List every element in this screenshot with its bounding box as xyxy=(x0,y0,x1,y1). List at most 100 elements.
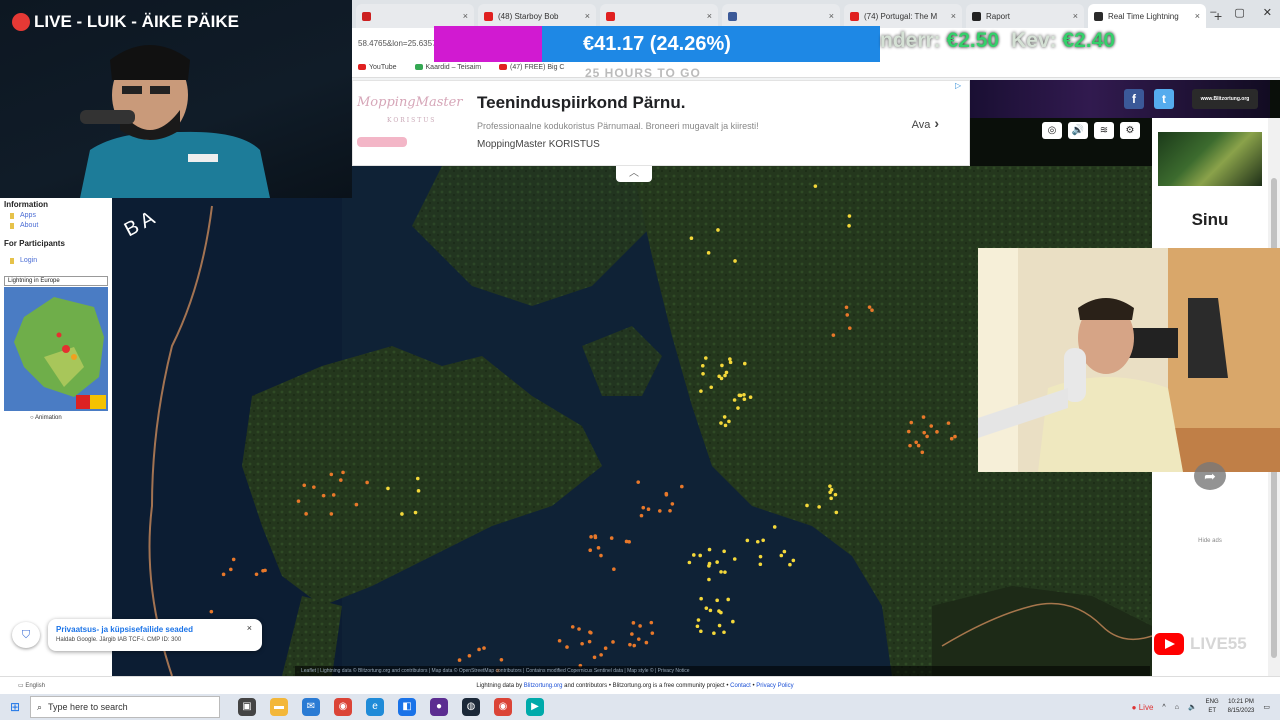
app-icon[interactable]: ▶ xyxy=(526,698,544,716)
lightning-strike xyxy=(788,562,792,567)
ad-open-button[interactable]: Ava › xyxy=(912,115,939,131)
task-view-icon[interactable]: ▣ xyxy=(238,698,256,716)
tab-strip: × (48) Starboy Bob × × × (74) Portugal: The M… xyxy=(352,0,1280,28)
lightning-strike xyxy=(641,505,646,510)
store-icon[interactable]: ◧ xyxy=(398,698,416,716)
tab-close-icon[interactable]: × xyxy=(585,11,590,21)
twitter-icon[interactable]: t xyxy=(1154,89,1174,109)
lightning-strike xyxy=(695,624,700,629)
browser-tab[interactable]: Raport × xyxy=(966,4,1084,28)
live-indicator[interactable]: ● Live xyxy=(1132,703,1154,712)
contact-link[interactable]: Contact xyxy=(730,683,751,689)
system-clock[interactable]: 10:21 PM 8/15/2023 xyxy=(1228,698,1255,716)
privacy-policy-link[interactable]: Privacy Policy xyxy=(756,683,793,689)
collapse-ad-button[interactable]: ︿ xyxy=(616,166,652,182)
lightning-strike xyxy=(748,395,753,400)
chrome-profile-icon[interactable]: ◉ xyxy=(494,698,512,716)
minimize-icon[interactable]: – xyxy=(1210,6,1216,19)
target-icon[interactable]: ◎ xyxy=(1042,122,1062,139)
donation-progress-label: €41.17 (24.26%) xyxy=(583,33,731,55)
bookmark-youtube[interactable]: YouTube xyxy=(358,64,397,71)
browser-tab[interactable]: Real Time Lightning × xyxy=(1088,4,1206,28)
sidebar-link-about[interactable]: About xyxy=(0,221,112,231)
steam-icon[interactable]: ◍ xyxy=(462,698,480,716)
browser-tab[interactable]: × xyxy=(356,4,474,28)
close-icon[interactable]: ✕ xyxy=(1263,6,1272,19)
lightning-strike xyxy=(413,510,418,515)
lightning-strike xyxy=(457,658,462,662)
lightning-strike xyxy=(611,640,615,644)
notifications-icon[interactable]: ▭ xyxy=(1263,703,1270,711)
lightning-strike xyxy=(717,609,721,613)
tab-favicon-icon xyxy=(972,11,981,21)
lightning-strike xyxy=(715,598,719,603)
tab-close-icon[interactable]: × xyxy=(1195,11,1200,21)
sidebar-link-apps[interactable]: Apps xyxy=(0,211,112,221)
game-ad-image[interactable] xyxy=(1158,132,1262,186)
maximize-icon[interactable]: ▢ xyxy=(1234,6,1244,19)
lightning-strike xyxy=(736,406,740,410)
privacy-shield-icon[interactable]: ⛉ xyxy=(12,622,40,648)
streamer-figure xyxy=(80,45,270,198)
lightning-strike xyxy=(680,484,684,489)
tab-close-icon[interactable]: × xyxy=(951,11,956,21)
panel-title: Sinu xyxy=(1191,210,1229,229)
ad-title[interactable]: Teeninduspiirkond Pärnu. xyxy=(477,93,685,113)
lightning-strike xyxy=(639,513,644,518)
lightning-strike xyxy=(329,512,334,516)
tab-close-icon[interactable]: × xyxy=(829,11,834,21)
facebook-icon[interactable]: f xyxy=(1124,89,1144,109)
lightning-strike xyxy=(699,389,703,393)
tab-close-icon[interactable]: × xyxy=(707,11,712,21)
share-icon[interactable]: ➦ xyxy=(1194,462,1226,490)
edge-icon[interactable]: e xyxy=(366,698,384,716)
obs-icon[interactable]: ● xyxy=(430,698,448,716)
browser-tab[interactable]: × xyxy=(600,4,718,28)
blitzortung-link[interactable]: Blitzortung.org xyxy=(524,683,563,689)
lightning-strike xyxy=(638,624,642,628)
lightning-strike xyxy=(670,502,675,506)
youtube-icon xyxy=(1154,633,1184,655)
privacy-settings-popup[interactable]: Privaatsus- ja küpsisefailide seaded Hal… xyxy=(48,619,262,651)
language-indicator[interactable]: ENG ET xyxy=(1206,698,1219,716)
ad-banner[interactable]: MoppingMaster KORISTUS Teeninduspiirkond… xyxy=(352,80,970,166)
adchoices-icon[interactable]: ▷ xyxy=(955,81,967,91)
tab-close-icon[interactable]: × xyxy=(1073,11,1078,21)
sound-icon[interactable]: 🔊 xyxy=(1068,122,1088,139)
network-icon[interactable]: ⌂ xyxy=(1175,704,1179,711)
tray-chevron-icon[interactable]: ^ xyxy=(1162,704,1165,711)
privacy-title[interactable]: Privaatsus- ja küpsisefailide seaded xyxy=(56,625,193,634)
lightning-strike xyxy=(700,363,705,368)
ad-description: Professionaalne kodukoristus Pärnumaal. … xyxy=(477,121,759,131)
settings-icon[interactable]: ⚙ xyxy=(1120,122,1140,139)
animation-toggle[interactable]: ○ Animation xyxy=(0,415,112,421)
signal-icon[interactable]: ≋ xyxy=(1094,122,1114,139)
lightning-strike xyxy=(630,632,634,636)
browser-tab[interactable]: (48) Starboy Bob × xyxy=(478,4,596,28)
tab-favicon-icon xyxy=(1094,11,1103,21)
window-controls: – ▢ ✕ xyxy=(1210,6,1272,19)
windows-start-icon[interactable]: ⊞ xyxy=(0,694,30,720)
mail-icon[interactable]: ✉ xyxy=(302,698,320,716)
lightning-strike xyxy=(908,443,912,448)
site-logo[interactable]: www.Blitzortung.org xyxy=(1192,89,1258,109)
lightning-strike xyxy=(304,512,308,516)
file-explorer-icon[interactable]: ▬ xyxy=(270,698,288,716)
hide-ads-link[interactable]: Hide ads xyxy=(1152,538,1268,544)
sidebar-link-login[interactable]: Login xyxy=(0,256,112,266)
lightning-strike xyxy=(296,499,301,503)
lightning-strike xyxy=(742,397,747,402)
browser-tab[interactable]: (74) Portugal: The M × xyxy=(844,4,962,28)
taskbar-search-input[interactable]: ⌕ Type here to search xyxy=(30,696,220,718)
europe-minimap[interactable] xyxy=(4,287,108,411)
taskbar-apps: ▣ ▬ ✉ ◉ e ◧ ● ◍ ◉ ▶ xyxy=(238,698,544,716)
tab-close-icon[interactable]: × xyxy=(463,11,468,21)
bookmark-video[interactable]: (47) FREE) Big C xyxy=(499,64,565,71)
region-select[interactable]: Lightning in Europe xyxy=(4,276,108,286)
chrome-icon[interactable]: ◉ xyxy=(334,698,352,716)
volume-icon[interactable]: 🔈 xyxy=(1188,703,1197,711)
lightning-strike xyxy=(723,423,728,428)
browser-tab[interactable]: × xyxy=(722,4,840,28)
bookmark-maps[interactable]: Kaardid – Teisaim xyxy=(414,64,481,71)
close-icon[interactable]: × xyxy=(247,623,252,633)
